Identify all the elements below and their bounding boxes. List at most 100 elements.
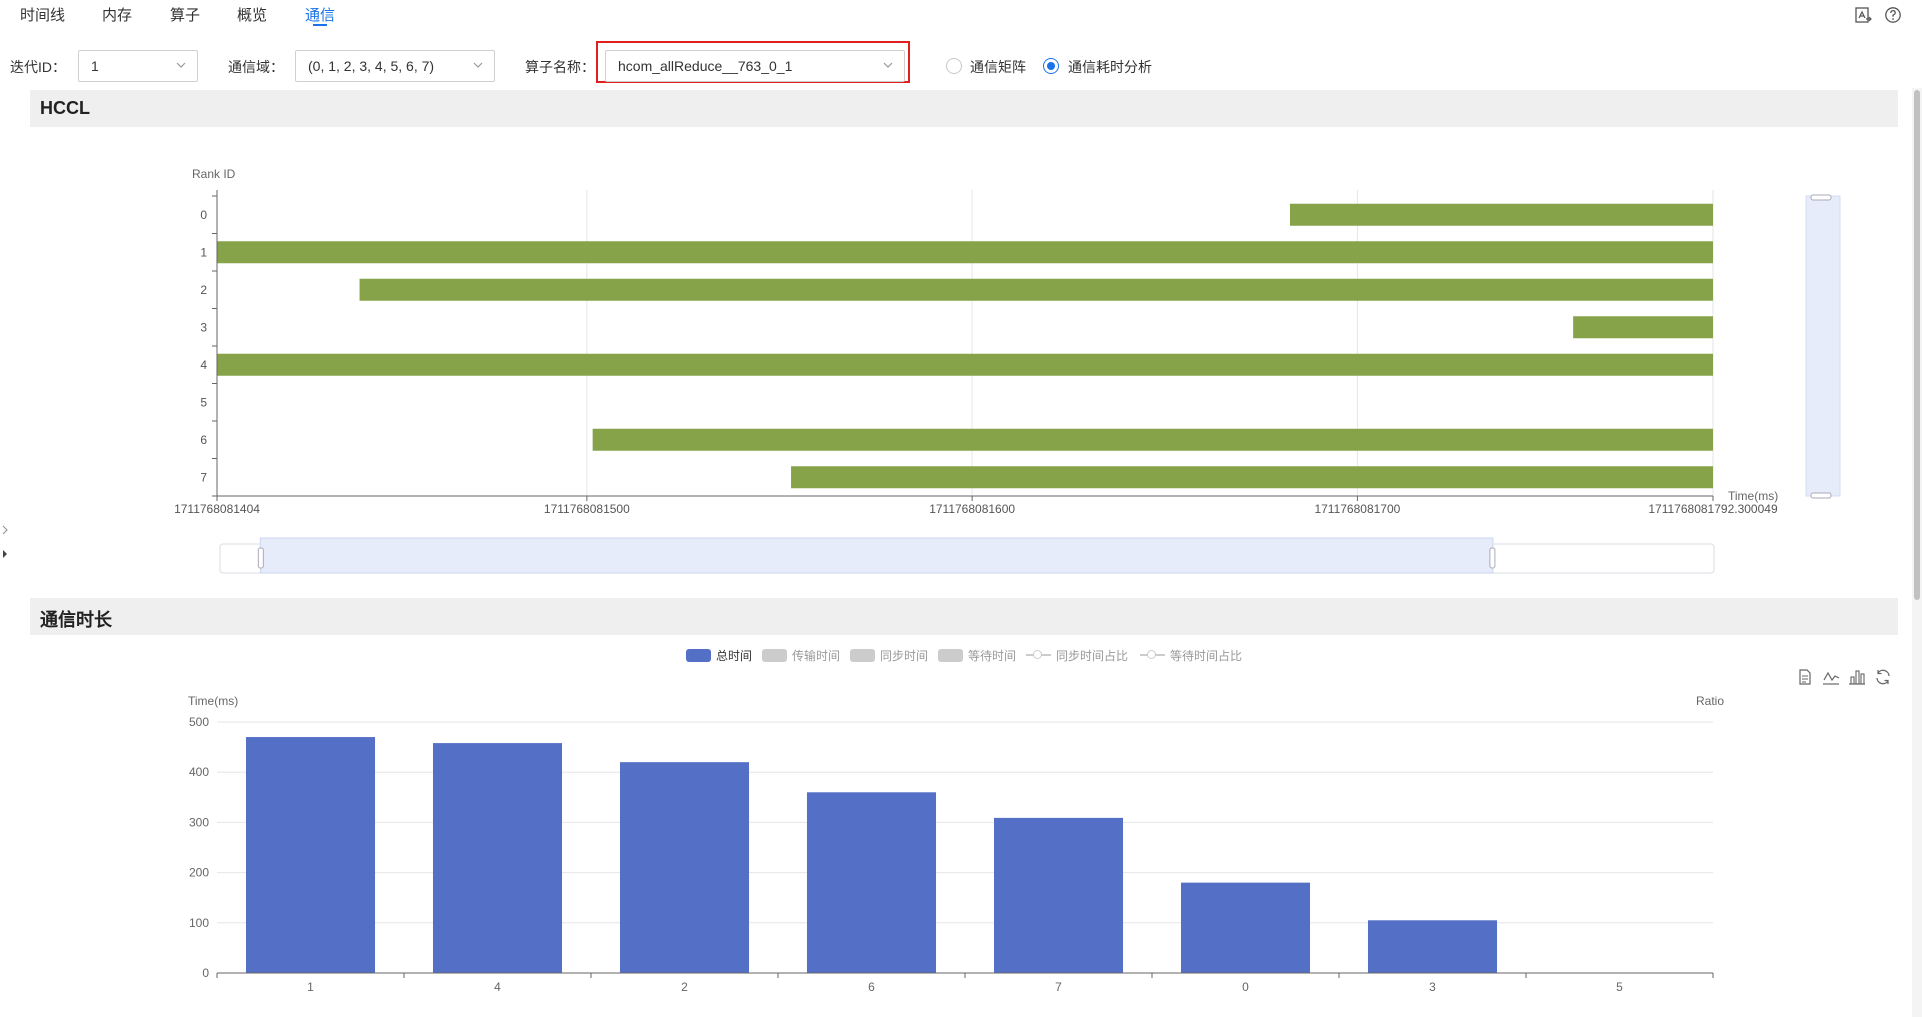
- domain-value: (0, 1, 2, 3, 4, 5, 6, 7): [308, 58, 435, 74]
- duration-bar-rank-4: [432, 743, 563, 973]
- tab-communication[interactable]: 通信: [305, 4, 335, 25]
- help-icon[interactable]: [1884, 6, 1902, 24]
- bar-y-axis-name: Time(ms): [188, 694, 238, 708]
- chart-toolbox: [1792, 668, 1902, 688]
- iteration-select[interactable]: 1: [78, 50, 198, 82]
- bar-x-tick-label: 2: [681, 980, 688, 994]
- domain-label: 通信域：: [228, 59, 284, 75]
- hccl-gantt-chart: Rank ID Time(ms) 01234567 1711768081404 1…: [174, 167, 1841, 574]
- bar-chart-icon[interactable]: [1848, 668, 1866, 686]
- active-tab-indicator: [313, 24, 327, 26]
- duration-bar-chart: Time(ms) Ratio 0 100 200 300 400 500 1 4 2 6 7 0 3 5: [188, 694, 1724, 994]
- gantt-bar-rank-4: [217, 353, 1713, 376]
- gantt-y-tick-label: 3: [200, 320, 207, 334]
- bar-y-tick-label: 300: [189, 815, 209, 829]
- iteration-label: 迭代ID：: [10, 59, 66, 75]
- bar-y-tick-label: 200: [189, 866, 209, 880]
- radio-communication-matrix[interactable]: [946, 58, 962, 74]
- gantt-x-tick-label: 1711768081792.300049: [1648, 502, 1778, 516]
- legend-line-marker: [1026, 650, 1051, 659]
- side-panel-toggle[interactable]: [0, 520, 10, 570]
- legend-label: 总时间: [716, 649, 753, 663]
- duration-bar-rank-0: [1180, 882, 1311, 973]
- legend-label: 等待时间占比: [1170, 649, 1243, 663]
- bar-y-ticks: 0 100 200 300 400 500: [189, 715, 209, 980]
- filter-bar: 迭代ID： 1 通信域： (0, 1, 2, 3, 4, 5, 6, 7) 算子…: [0, 41, 1922, 84]
- y-zoom-handle-top[interactable]: [1810, 194, 1832, 201]
- radio-communication-duration-label: 通信耗时分析: [1068, 59, 1152, 75]
- gantt-y-tick-label: 7: [200, 470, 207, 484]
- gantt-y-tick-label: 5: [200, 395, 207, 409]
- y-zoom-handle-bottom[interactable]: [1810, 492, 1832, 499]
- duration-bar-rank-3: [1367, 920, 1498, 973]
- gantt-bar-rank-0: [1289, 203, 1713, 226]
- x-zoom-handle-right[interactable]: [1489, 547, 1496, 569]
- bar-x-ticks: 1 4 2 6 7 0 3 5: [216, 972, 1714, 994]
- chevron-down-icon: [473, 62, 483, 68]
- gantt-x-zoom-slider[interactable]: [219, 537, 1715, 574]
- bar-x-tick-label: 4: [494, 980, 501, 994]
- export-icon[interactable]: [1854, 6, 1872, 24]
- gantt-bar-rank-1: [217, 241, 1713, 264]
- duration-bar-rank-7: [993, 817, 1124, 973]
- bar-x-tick-label: 7: [1055, 980, 1062, 994]
- legend-swatch: [850, 649, 875, 662]
- operator-select[interactable]: hcom_allReduce__763_0_1: [605, 50, 905, 82]
- restore-icon[interactable]: [1874, 668, 1892, 686]
- gantt-y-tick-label: 0: [200, 208, 207, 222]
- gantt-x-tick-label: 1711768081600: [929, 502, 1015, 516]
- bar-y-tick-label: 500: [189, 715, 209, 729]
- bar-y-tick-label: 100: [189, 916, 209, 930]
- operator-value: hcom_allReduce__763_0_1: [618, 58, 793, 74]
- legend-label: 同步时间占比: [1056, 649, 1129, 663]
- gantt-bars: [217, 203, 1713, 489]
- bar-y2-axis-name: Ratio: [1696, 694, 1724, 708]
- line-chart-icon[interactable]: [1822, 668, 1840, 686]
- x-zoom-handle-left[interactable]: [257, 547, 264, 569]
- tab-memory[interactable]: 内存: [102, 4, 132, 25]
- page-scrollbar[interactable]: [1912, 88, 1922, 1017]
- tab-timeline[interactable]: 时间线: [20, 4, 65, 25]
- gantt-x-tick-label: 1711768081700: [1314, 502, 1400, 516]
- gantt-y-zoom-slider[interactable]: [1805, 194, 1841, 499]
- gantt-y-tick-label: 6: [200, 433, 207, 447]
- legend-label: 等待时间: [968, 649, 1017, 663]
- gantt-x-tick-label: 1711768081500: [544, 502, 630, 516]
- legend-swatch: [686, 649, 711, 662]
- gantt-x-ticks: 1711768081404 1711768081500 1711768081600 1…: [174, 495, 1778, 516]
- legend-line-marker: [1140, 650, 1165, 659]
- legend-swatch: [938, 649, 963, 662]
- bar-y-tick-label: 400: [189, 765, 209, 779]
- legend-swatch: [762, 649, 787, 662]
- gantt-bar-rank-2: [359, 278, 1713, 301]
- radio-communication-duration[interactable]: [1043, 58, 1059, 74]
- data-view-icon[interactable]: [1796, 668, 1814, 686]
- iteration-value: 1: [91, 58, 99, 74]
- duration-bar-rank-6: [806, 792, 937, 973]
- gantt-bar-rank-6: [592, 428, 1713, 451]
- chevron-down-icon: [883, 62, 893, 68]
- domain-select[interactable]: (0, 1, 2, 3, 4, 5, 6, 7): [295, 50, 495, 82]
- gantt-bar-rank-7: [791, 466, 1713, 489]
- legend-label: 同步时间: [880, 649, 929, 663]
- bar-x-tick-label: 5: [1616, 980, 1623, 994]
- legend-label: 传输时间: [792, 649, 841, 663]
- bar-x-tick-label: 3: [1429, 980, 1436, 994]
- duration-section-header: 通信时长: [30, 598, 1898, 635]
- tab-operator[interactable]: 算子: [170, 4, 200, 25]
- gantt-x-tick-label: 1711768081404: [174, 502, 260, 516]
- bar-x-tick-label: 6: [868, 980, 875, 994]
- scrollbar-thumb[interactable]: [1914, 90, 1920, 600]
- duration-bar-rank-1: [245, 737, 376, 973]
- hccl-section-title: HCCL: [40, 98, 90, 118]
- bar-x-tick-label: 0: [1242, 980, 1249, 994]
- duration-legend: 总时间 传输时间 同步时间 等待时间 同步时间占比 等待时间占比: [686, 646, 1246, 664]
- chevron-down-icon: [176, 62, 186, 68]
- tab-overview[interactable]: 概览: [237, 4, 267, 25]
- gantt-y-tick-label: 4: [200, 358, 207, 372]
- gantt-y-ticks: 0 1 2 3 4 5 6 7: [200, 190, 218, 497]
- duration-section-title: 通信时长: [40, 610, 112, 630]
- gantt-y-axis-name: Rank ID: [192, 167, 236, 181]
- x-zoom-window[interactable]: [259, 537, 1494, 574]
- gantt-y-tick-label: 2: [200, 283, 207, 297]
